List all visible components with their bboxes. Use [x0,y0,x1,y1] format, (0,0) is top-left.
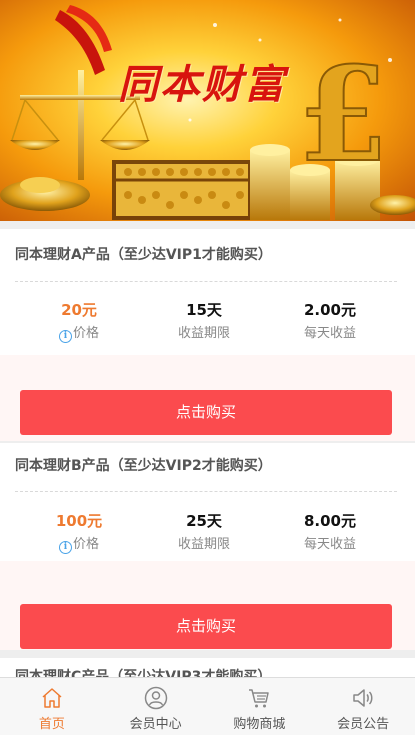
home-icon [42,688,62,708]
tab-home[interactable]: 首页 [0,678,104,735]
product-title: 同本理财B产品（至少达VIP2才能购买） [15,458,272,474]
daily-income-label: 每天收益 [303,537,356,552]
divider [15,281,397,282]
info-icon[interactable]: i [58,541,72,554]
price-label: 价格 [72,537,99,552]
daily-income-label: 每天收益 [303,326,356,341]
tab-member-center[interactable]: 会员中心 [104,678,208,735]
banner-title: 同本财富 [118,61,286,108]
user-icon [144,686,167,710]
tab-shop[interactable]: 购物商城 [208,678,312,735]
period-value: 15天 [186,301,222,319]
daily-income-value: 8.00元 [303,512,356,530]
buy-button[interactable]: 点击购买 [20,604,392,649]
period-label: 收益期限 [177,326,230,341]
app-page: £ 同本财富 同本理财A产品（至少达VIP1才能购买） 20元 i 价格 15天 … [0,0,415,735]
product-title: 同本理财A产品（至少达VIP1才能购买） [15,247,272,263]
buy-button[interactable]: 点击购买 [20,390,392,435]
bottom-tab-bar: 首页 会员中心 购物商城 会员公告 [0,677,415,735]
price-stat: 20元 i 价格 [24,299,134,343]
tab-label: 购物商城 [233,717,286,732]
price-stat: 100元 i 价格 [24,510,134,554]
product-card: 同本理财B产品（至少达VIP2才能购买） 100元 i 价格 25天 收益期限 8… [0,443,415,650]
price-label-row: i 价格 [24,536,134,554]
info-icon[interactable]: i [58,330,72,343]
daily-income-stat: 8.00元 每天收益 [275,510,385,554]
tab-label: 会员中心 [129,717,182,732]
period-stat: 15天 收益期限 [149,299,259,343]
svg-text:£: £ [298,38,388,191]
price-label-row: i 价格 [24,325,134,343]
price-label: 价格 [72,326,99,341]
cart-icon [249,689,270,708]
tab-announcements[interactable]: 会员公告 [311,678,415,735]
product-card: 同本理财A产品（至少达VIP1才能购买） 20元 i 价格 15天 收益期限 2.… [0,229,415,441]
tab-label: 会员公告 [337,717,390,732]
daily-income-stat: 2.00元 每天收益 [275,299,385,343]
period-label: 收益期限 [177,537,230,552]
period-stat: 25天 收益期限 [149,510,259,554]
divider [15,491,397,492]
promo-banner[interactable]: £ 同本财富 [0,0,415,221]
speaker-icon [353,689,373,707]
price-value: 100元 [55,512,103,530]
period-value: 25天 [186,512,222,530]
daily-income-value: 2.00元 [303,301,356,319]
price-value: 20元 [61,301,97,319]
tab-label: 首页 [38,717,65,732]
banner-illustration: £ [0,5,415,220]
